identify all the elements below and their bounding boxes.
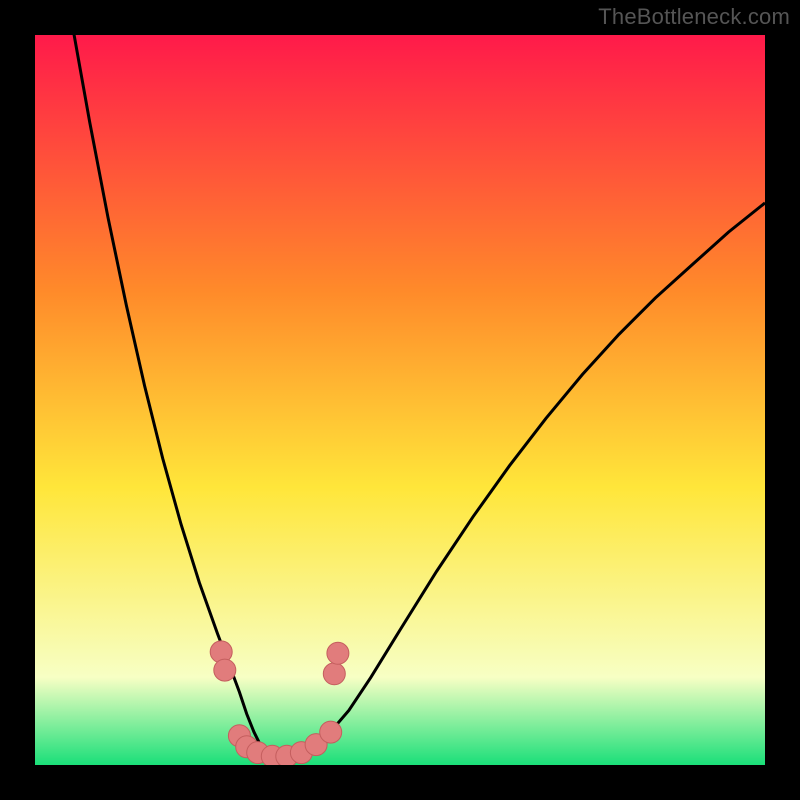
chart-frame: TheBottleneck.com [0, 0, 800, 800]
plot-area [35, 35, 765, 765]
data-marker [323, 663, 345, 685]
data-marker [320, 721, 342, 743]
data-marker [327, 642, 349, 664]
data-marker [214, 659, 236, 681]
watermark-text: TheBottleneck.com [598, 4, 790, 30]
gradient-background [35, 35, 765, 765]
bottleneck-plot [35, 35, 765, 765]
